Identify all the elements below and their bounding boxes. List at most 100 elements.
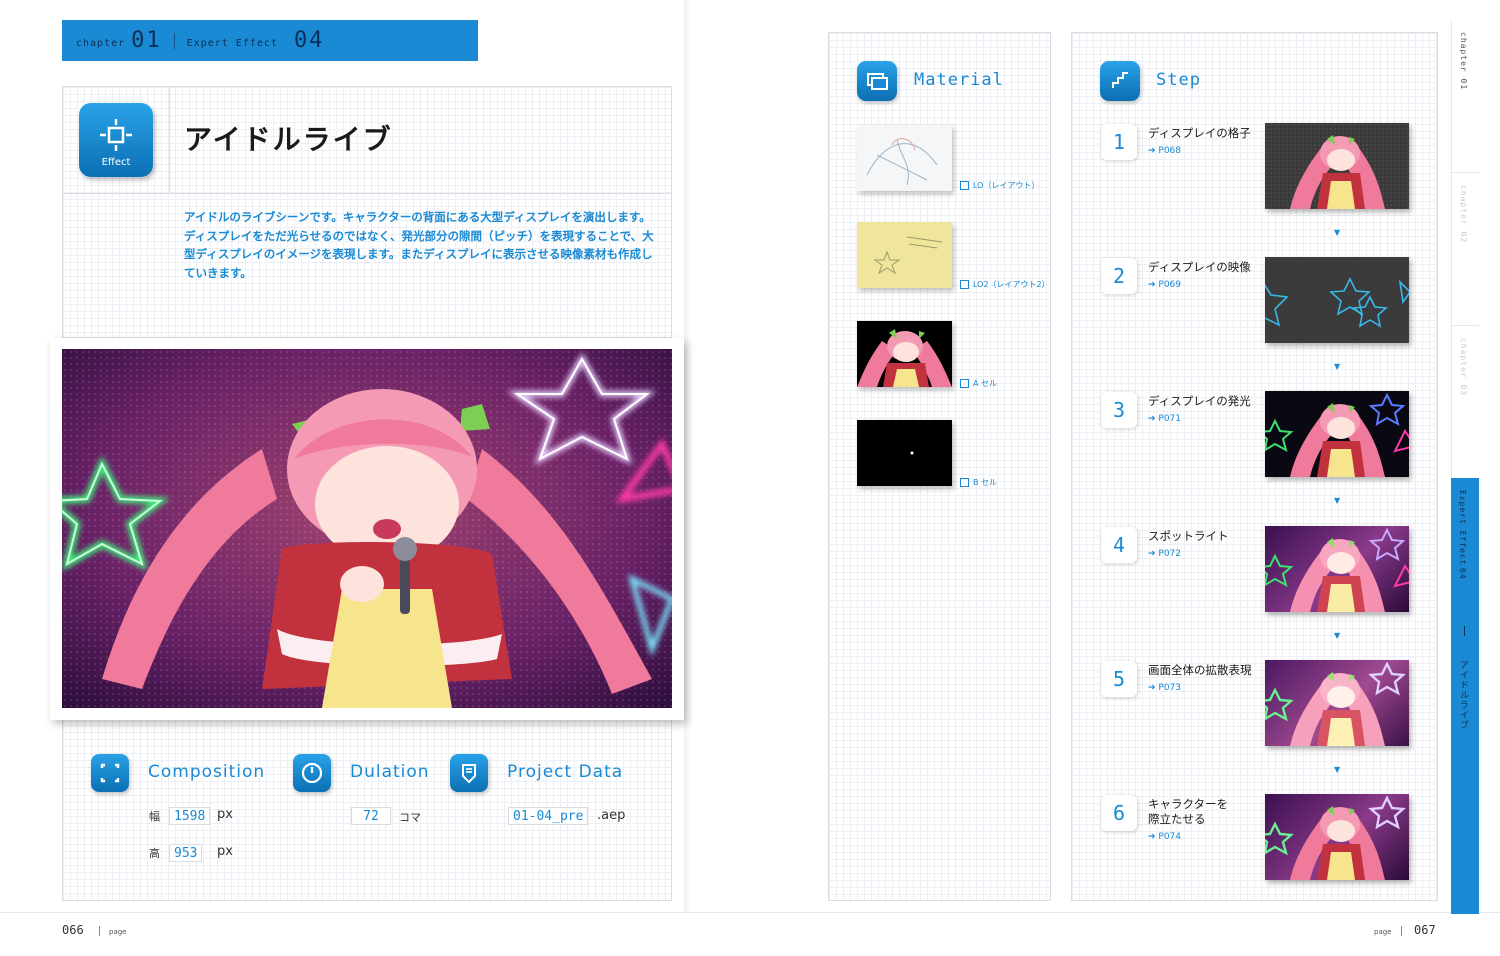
step-item-title: キャラクターを 際立たせる xyxy=(1148,797,1229,826)
chapter-bar: chapter 01 Expert Effect 04 xyxy=(62,20,478,61)
step-ref-text: P074 xyxy=(1158,832,1182,842)
material-item-3: A セル xyxy=(960,378,997,389)
step-item-ref: ➔ P074 xyxy=(1148,832,1181,842)
step-ref-text: P071 xyxy=(1158,414,1182,424)
step-thumb-1 xyxy=(1265,123,1409,209)
material-label: LO2（レイアウト2） xyxy=(973,280,1050,289)
arrow-right-icon: ➔ xyxy=(1148,146,1159,156)
step-item-ref: ➔ P068 xyxy=(1148,146,1181,156)
step-item-ref: ➔ P072 xyxy=(1148,549,1181,559)
step-thumb-5 xyxy=(1265,660,1409,746)
material-label: B セル xyxy=(973,478,998,487)
checkbox-icon xyxy=(960,280,969,289)
footer-separator-left xyxy=(99,926,100,936)
step-item-title: ディスプレイの発光 xyxy=(1148,394,1251,408)
duration-unit: コマ xyxy=(399,811,421,824)
material-thumb-layout2 xyxy=(857,222,952,288)
header-separator xyxy=(173,32,175,49)
checkbox-icon xyxy=(960,379,969,388)
title-vertical-divider xyxy=(169,86,170,193)
section-number: 04 xyxy=(293,28,325,53)
step-number: 3 xyxy=(1101,392,1137,428)
step-item-title: ディスプレイの格子 xyxy=(1148,126,1251,140)
effect-badge: Effect xyxy=(79,103,153,177)
checkbox-icon xyxy=(960,478,969,487)
side-tab-chapter-01[interactable]: chapter 01 xyxy=(1451,20,1479,172)
step-number: 4 xyxy=(1101,527,1137,563)
step-ref-text: P072 xyxy=(1158,549,1182,559)
project-file-name: 01-04_pre xyxy=(508,807,589,825)
side-tab-separator xyxy=(1464,626,1465,636)
step-number: 2 xyxy=(1101,258,1137,294)
duration-value: 72 xyxy=(351,807,391,825)
step-down-arrow-icon: ▼ xyxy=(1334,362,1341,371)
arrow-right-icon: ➔ xyxy=(1148,832,1159,842)
material-thumb-layout xyxy=(857,125,952,191)
step-down-arrow-icon: ▼ xyxy=(1334,765,1341,774)
step-down-arrow-icon: ▼ xyxy=(1334,228,1341,237)
material-item-4: B セル xyxy=(960,477,997,488)
width-value: 1598 xyxy=(169,807,211,825)
arrow-right-icon: ➔ xyxy=(1148,280,1159,290)
duration-title: Dulation xyxy=(350,762,430,782)
step-item-ref: ➔ P073 xyxy=(1148,683,1181,693)
material-thumb-b-cel xyxy=(857,420,952,486)
project-file-icon xyxy=(450,754,488,792)
material-item-1: LO（レイアウト） xyxy=(960,180,1039,191)
page-bottom-rule xyxy=(0,912,1500,913)
title-divider xyxy=(62,193,672,194)
step-item-title: ディスプレイの映像 xyxy=(1148,260,1251,274)
step-item-title: スポットライト xyxy=(1148,529,1229,543)
side-tab-label: chapter 03 xyxy=(1459,338,1468,397)
page-number-left: 066 xyxy=(62,923,84,937)
arrow-right-icon: ➔ xyxy=(1148,414,1159,424)
chapter-word: chapter xyxy=(76,38,126,49)
material-thumb-a-cel xyxy=(857,321,952,387)
side-tab-chapter-03[interactable]: chapter 03 xyxy=(1451,325,1479,478)
page-title: アイドルライブ xyxy=(184,123,393,156)
step-ref-text: P068 xyxy=(1158,146,1182,156)
step-thumb-2 xyxy=(1265,257,1409,343)
step-thumb-4 xyxy=(1265,526,1409,612)
step-down-arrow-icon: ▼ xyxy=(1334,496,1341,505)
step-down-arrow-icon: ▼ xyxy=(1334,631,1341,640)
side-tab-label: chapter 01 xyxy=(1459,32,1468,91)
effect-badge-label: Effect xyxy=(101,157,131,168)
arrow-right-icon: ➔ xyxy=(1148,683,1159,693)
width-label: 幅 xyxy=(149,810,160,823)
width-unit: px xyxy=(217,807,233,822)
step-number: 6 xyxy=(1101,795,1137,831)
material-icon xyxy=(857,61,897,101)
page-word-right: page xyxy=(1374,928,1392,936)
project-title: Project Data xyxy=(507,762,624,782)
material-item-2: LO2（レイアウト2） xyxy=(960,279,1050,290)
material-title: Material xyxy=(914,70,1004,90)
material-label: LO（レイアウト） xyxy=(973,181,1040,190)
checkbox-icon xyxy=(960,181,969,190)
clock-icon xyxy=(293,754,331,792)
side-tab-active[interactable]: Expert Effect 04 アイドルライブ xyxy=(1451,478,1479,914)
side-tab-chapter-02[interactable]: chapter 02 xyxy=(1451,172,1479,325)
footer-separator-right xyxy=(1401,926,1402,936)
project-file-ext: .aep xyxy=(597,808,626,823)
side-tab-title: アイドルライブ xyxy=(1458,660,1468,730)
main-illustration xyxy=(62,349,672,708)
step-icon xyxy=(1100,61,1140,101)
intro-text: アイドルのライブシーンです。キャラクターの背面にある大型ディスプレイを演出します… xyxy=(184,210,654,280)
composition-icon xyxy=(91,754,129,792)
spine-shadow xyxy=(684,0,692,912)
height-label: 高 xyxy=(149,847,160,860)
step-item-ref: ➔ P071 xyxy=(1148,414,1181,424)
step-ref-text: P073 xyxy=(1158,683,1182,693)
step-number: 1 xyxy=(1101,124,1137,160)
composition-title: Composition xyxy=(148,762,266,782)
height-value: 953 xyxy=(169,844,203,862)
step-item-title: 画面全体の拡散表現 xyxy=(1148,663,1252,677)
crosshair-icon xyxy=(100,119,132,151)
step-title: Step xyxy=(1156,70,1201,90)
step-number: 5 xyxy=(1101,661,1137,697)
section-word: Expert Effect xyxy=(186,38,278,49)
step-ref-text: P069 xyxy=(1158,280,1182,290)
page-word-left: page xyxy=(109,928,127,936)
page-number-right: 067 xyxy=(1414,923,1436,937)
